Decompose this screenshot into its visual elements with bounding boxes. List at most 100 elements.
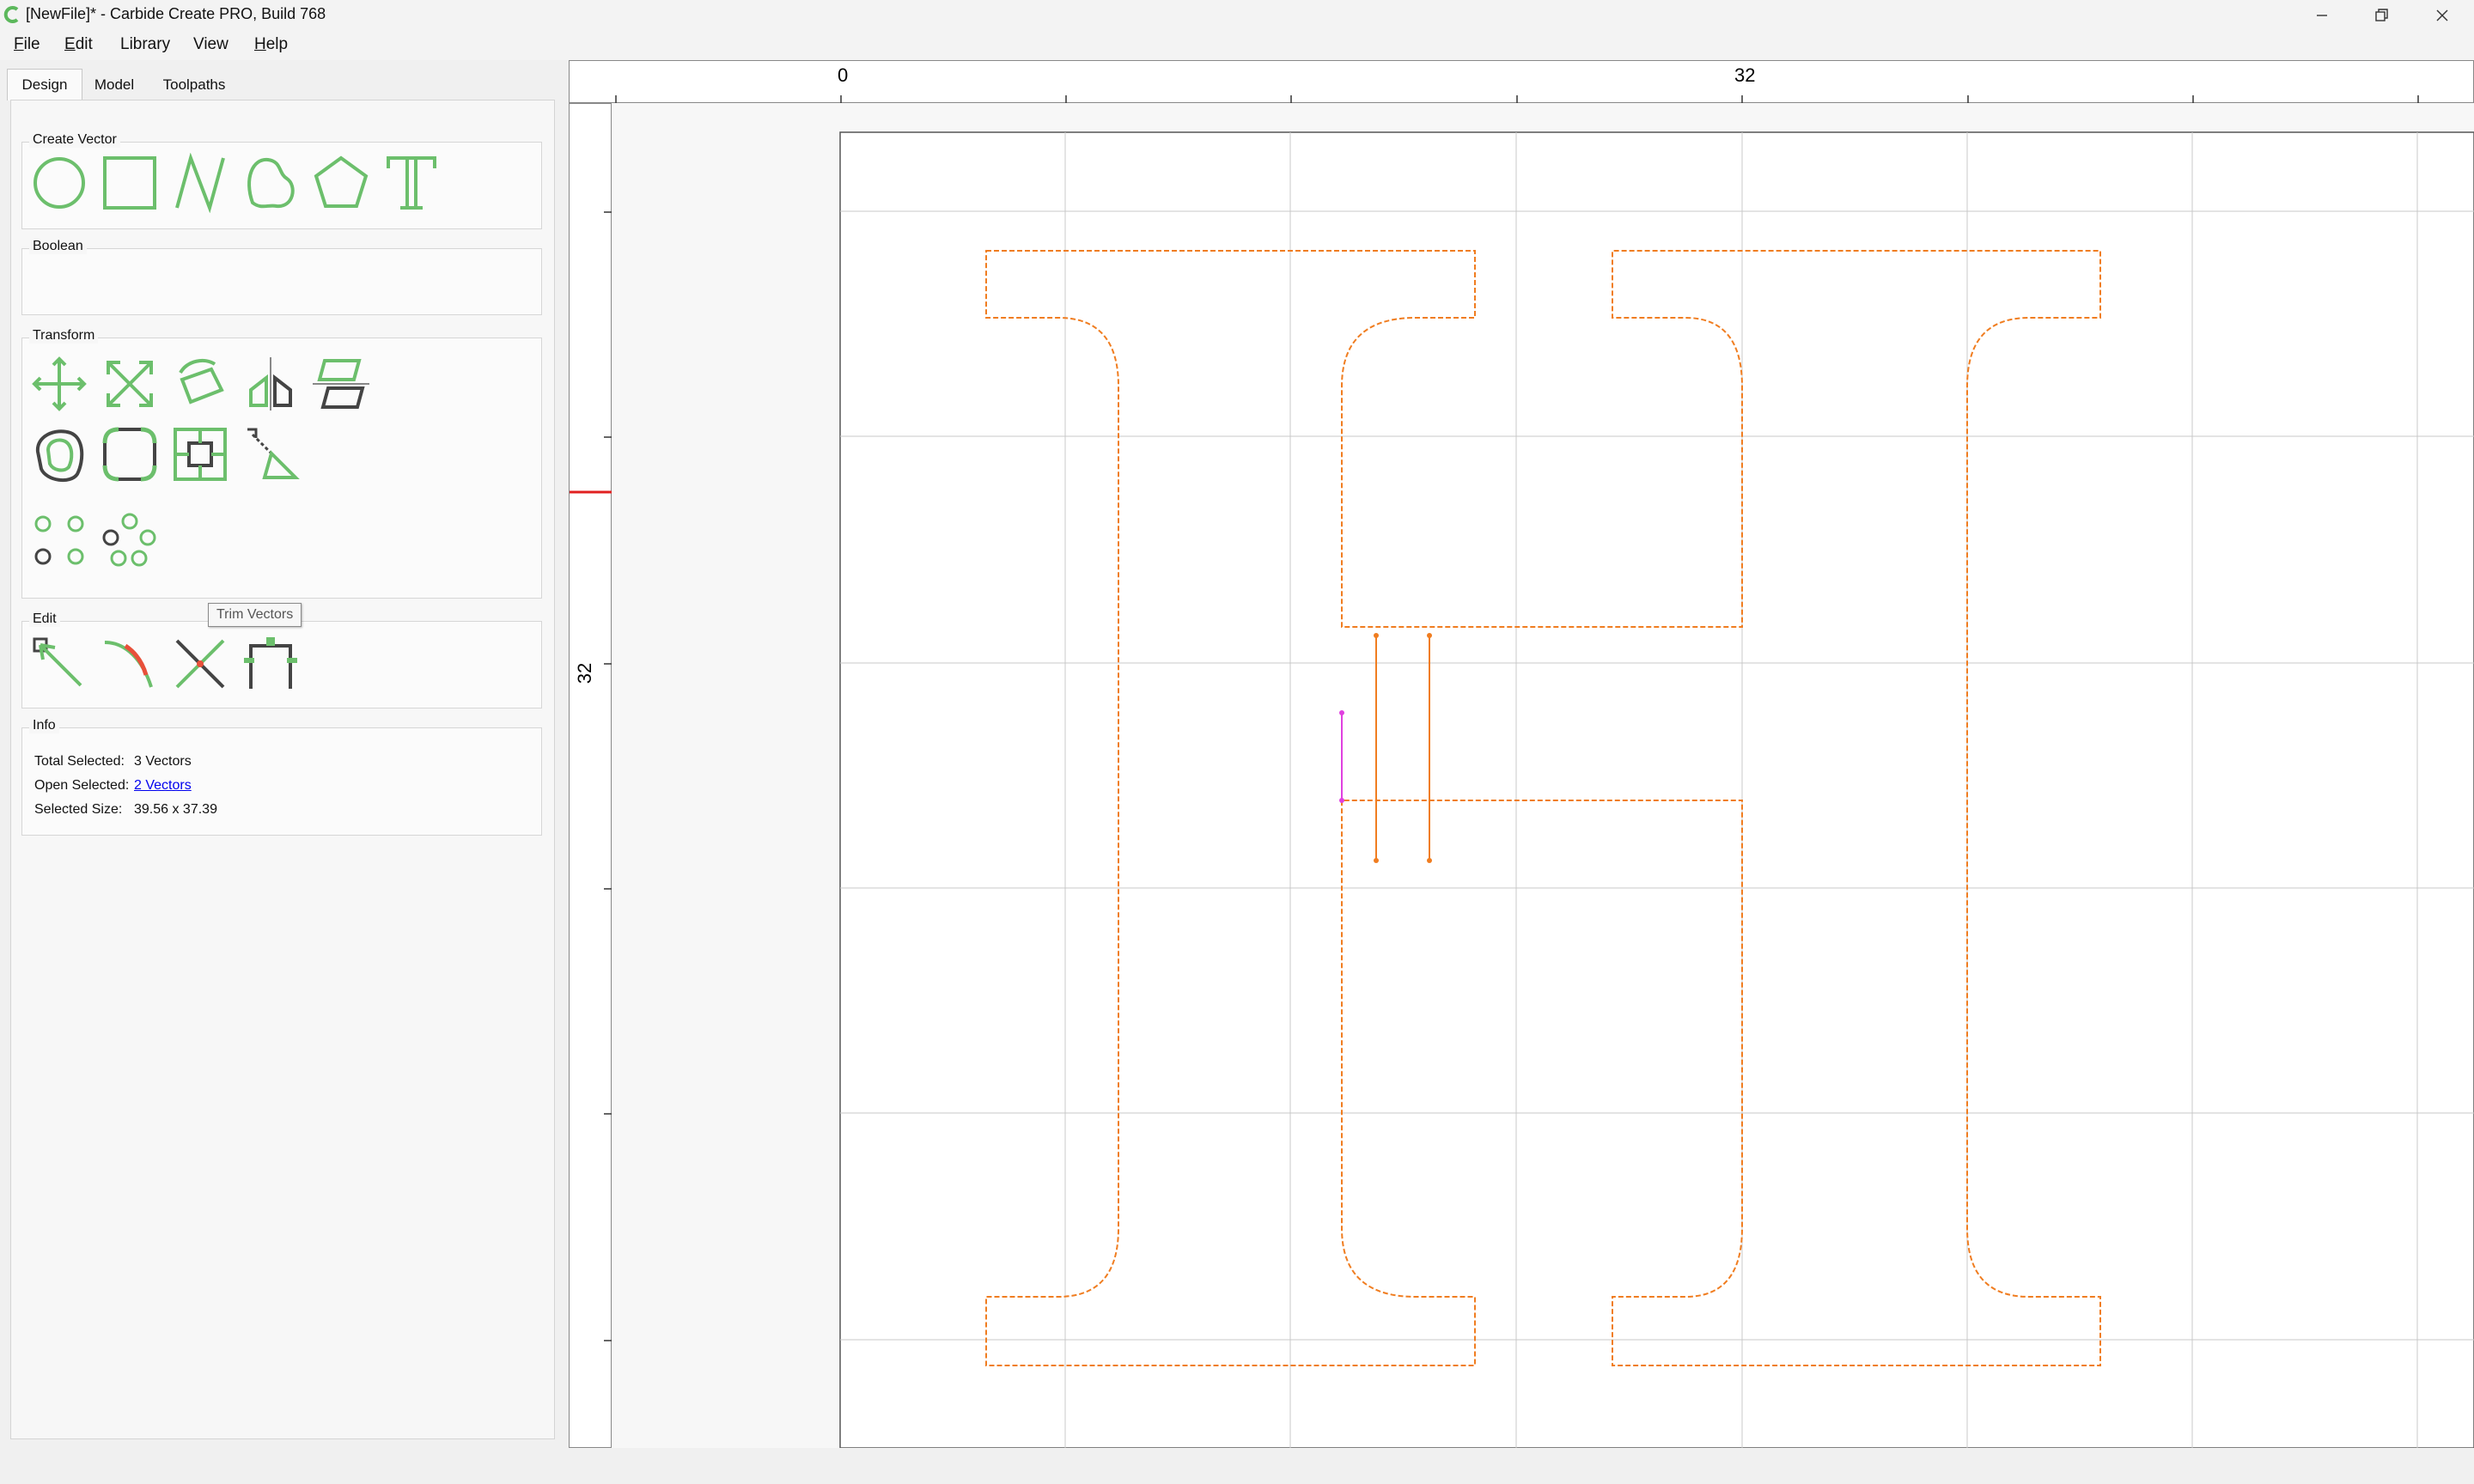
menu-file-mnemonic: F <box>14 35 24 53</box>
scale-to-fit-icon <box>247 428 300 479</box>
menu-edit-mnemonic: E <box>64 35 76 53</box>
menu-edit[interactable]: Edit <box>64 35 93 54</box>
ruler-label-y32: 32 <box>574 662 596 684</box>
tab-toolpaths[interactable]: Toolpaths <box>151 70 237 100</box>
linear-array-icon <box>34 515 84 565</box>
offset-tool-button[interactable] <box>29 424 89 484</box>
group-title: Edit <box>29 611 60 627</box>
edit-group: Edit <box>21 611 542 709</box>
scale-tool-button[interactable] <box>100 354 160 414</box>
rotate-tool-button[interactable] <box>170 354 230 414</box>
rectangle-tool-button[interactable] <box>100 153 160 213</box>
open-selected-row: Open Selected: 2 Vectors <box>34 778 192 794</box>
scale-to-fit-tool-button[interactable] <box>241 424 301 484</box>
circle-icon <box>34 157 85 209</box>
move-tool-button[interactable] <box>29 354 89 414</box>
circular-array-tool-button[interactable] <box>100 510 160 570</box>
move-icon <box>32 356 87 411</box>
minimize-icon <box>2317 15 2327 16</box>
create-vector-group: Create Vector <box>21 132 542 229</box>
selected-size-label: Selected Size: <box>34 802 123 817</box>
polygon-tool-button[interactable] <box>311 153 371 213</box>
curve-icon <box>247 157 295 209</box>
restore-icon <box>2375 9 2388 21</box>
menu-help-label: elp <box>265 35 289 53</box>
tab-design[interactable]: Design <box>7 69 82 100</box>
align-tool-button[interactable] <box>311 354 371 414</box>
node-edit-tool-button[interactable] <box>29 634 89 694</box>
status-area <box>0 1448 2474 1484</box>
info-group: Info Total Selected: 3 Vectors Open Sele… <box>21 718 542 836</box>
rotate-icon <box>179 358 224 404</box>
tab-model[interactable]: Model <box>84 70 144 100</box>
group-title: Info <box>29 718 59 733</box>
open-selected-label: Open Selected: <box>34 778 130 793</box>
total-selected-label: Total Selected: <box>34 754 125 769</box>
mirror-tool-button[interactable] <box>241 354 301 414</box>
left-panel: Design Model Toolpaths Create Vector Boo… <box>0 60 567 1446</box>
group-title: Create Vector <box>29 132 120 148</box>
rectangle-icon <box>103 156 156 210</box>
menu-edit-label: dit <box>75 35 93 53</box>
menu-view-label: View <box>193 35 229 53</box>
design-canvas[interactable] <box>612 103 2474 1448</box>
ruler-label-x0: 0 <box>838 64 849 86</box>
transform-group: Transform <box>21 328 542 599</box>
selected-size-value: 39.56 x 37.39 <box>134 802 217 817</box>
align-icon <box>313 359 369 409</box>
menu-file[interactable]: File <box>14 35 40 54</box>
join-vectors-icon <box>244 637 297 689</box>
join-vectors-tool-button[interactable] <box>241 634 301 694</box>
offset-icon <box>35 429 84 483</box>
menu-help-mnemonic: H <box>254 35 266 53</box>
left-ruler-ticks <box>570 211 612 1341</box>
fillet-tool-button[interactable] <box>100 424 160 484</box>
stock-area <box>839 131 2474 1448</box>
design-tab-content: Create Vector Boolean Transform Edit Inf… <box>10 100 555 1439</box>
curve-edit-tool-button[interactable] <box>100 634 160 694</box>
polyline-icon <box>175 152 225 214</box>
menu-help[interactable]: Help <box>254 35 288 54</box>
trim-vectors-icon <box>175 639 225 689</box>
total-selected-row: Total Selected: 3 Vectors <box>34 754 192 769</box>
top-ruler-ticks <box>615 95 2419 104</box>
menu-view[interactable]: View <box>193 35 229 54</box>
mirror-icon <box>249 357 292 411</box>
menu-file-label: ile <box>23 35 40 53</box>
menu-library-label: Library <box>120 35 171 53</box>
close-icon <box>2436 9 2448 21</box>
circular-array-icon <box>102 513 156 567</box>
circle-tool-button[interactable] <box>29 153 89 213</box>
linear-array-tool-button[interactable] <box>29 510 89 570</box>
trim-vectors-tool-button[interactable] <box>170 634 230 694</box>
inset-icon <box>174 428 227 481</box>
app-logo-icon <box>3 6 19 23</box>
curve-edit-icon <box>104 641 153 688</box>
selected-size-row: Selected Size: 39.56 x 37.39 <box>34 802 217 818</box>
text-tool-button[interactable] <box>381 153 442 213</box>
menu-library[interactable]: Library <box>120 35 170 54</box>
group-title: Boolean <box>29 239 87 254</box>
total-selected-value: 3 Vectors <box>134 754 192 769</box>
top-ruler: 0 32 <box>569 60 2474 104</box>
boolean-group: Boolean <box>21 239 542 315</box>
node-edit-icon <box>33 637 82 687</box>
group-title: Transform <box>29 328 99 344</box>
polyline-tool-button[interactable] <box>170 152 230 214</box>
open-selected-link[interactable]: 2 Vectors <box>134 778 192 793</box>
close-button[interactable] <box>2412 0 2472 31</box>
tooltip: Trim Vectors <box>208 603 302 627</box>
curve-tool-button[interactable] <box>241 153 301 213</box>
menu-bar: File Edit Library View Help <box>0 31 2474 60</box>
title-bar: [NewFile]* - Carbide Create PRO, Build 7… <box>0 0 2474 31</box>
inset-tool-button[interactable] <box>170 424 230 484</box>
left-ruler: 32 <box>569 103 612 1448</box>
restore-button[interactable] <box>2352 0 2412 31</box>
polygon-icon <box>314 155 369 208</box>
fillet-icon <box>102 427 157 482</box>
ruler-label-x32: 32 <box>1734 64 1756 86</box>
window-title: [NewFile]* - Carbide Create PRO, Build 7… <box>26 5 326 22</box>
canvas-drawing <box>839 131 2474 1448</box>
minimize-button[interactable] <box>2292 0 2352 31</box>
text-icon <box>387 156 436 210</box>
